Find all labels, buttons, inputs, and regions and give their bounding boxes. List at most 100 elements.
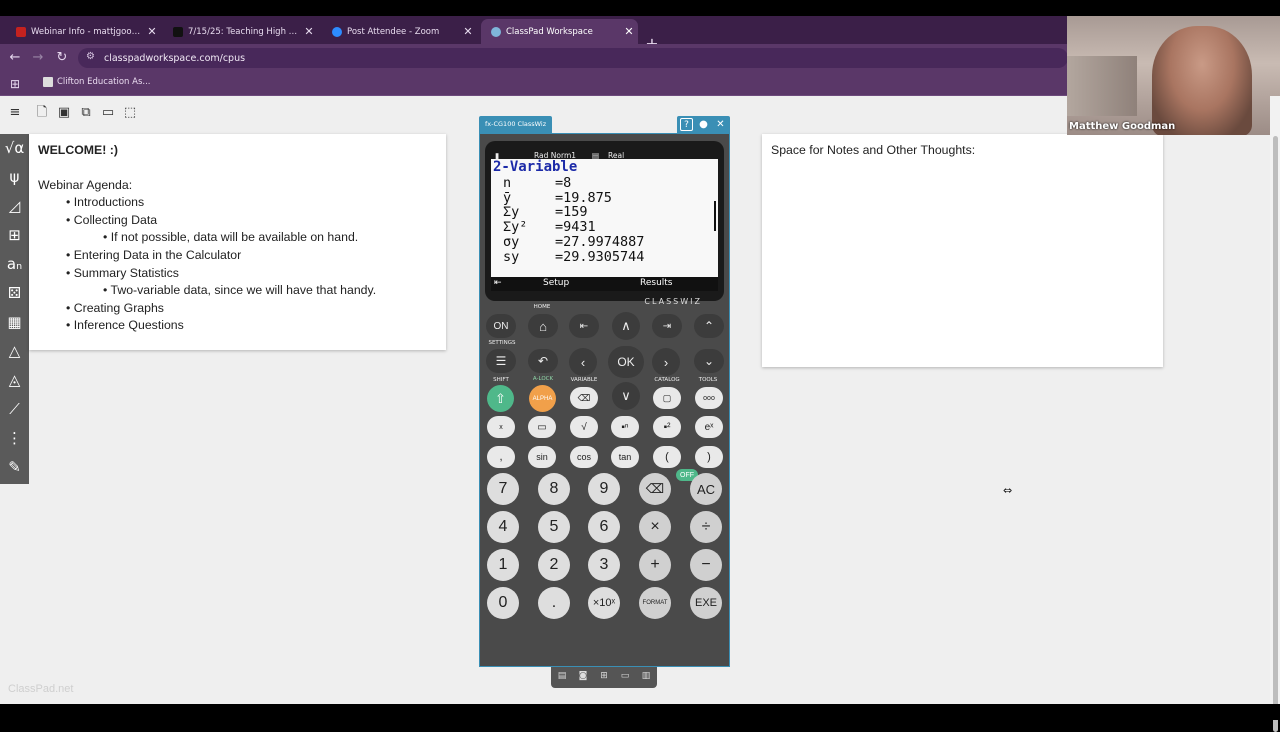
key-9[interactable]: 9 [588,473,620,505]
table-icon[interactable]: ⊞ [2,223,27,247]
shift-key-icon[interactable]: ⇧ [487,385,514,412]
help-icon[interactable]: ? [680,118,693,131]
plus-key[interactable]: + [639,549,671,581]
catalog-key-icon[interactable]: ▢ [653,387,681,409]
key-0[interactable]: 0 [487,587,519,619]
key-6[interactable]: 6 [588,511,620,543]
variable-key-icon[interactable]: ⌫ [570,387,598,409]
apps-grid-icon[interactable]: ⊞ [10,77,20,91]
up-key-icon[interactable]: ∧ [612,312,640,340]
variable-x-key-icon[interactable]: x [487,416,515,438]
left-key-icon[interactable]: ‹ [569,348,597,376]
key-1[interactable]: 1 [487,549,519,581]
setup-soft-key[interactable]: Setup [543,278,569,288]
decimal-key[interactable]: . [538,587,570,619]
ac-key[interactable]: AC [690,473,722,505]
down-key-icon[interactable]: ∨ [612,382,640,410]
sequence-icon[interactable]: aₙ [2,252,27,276]
screenshot-icon[interactable]: ▤ [555,671,569,684]
tan-key[interactable]: tan [611,446,639,468]
cos-key[interactable]: cos [570,446,598,468]
geometry-icon[interactable]: △ [2,339,27,363]
fraction-key-icon[interactable]: ▭ [528,416,556,438]
back-key-icon[interactable]: ↶ [528,349,558,373]
close-tab-icon[interactable]: ✕ [300,25,318,38]
alpha-key[interactable]: ALPHA [529,385,556,412]
shapes-icon[interactable]: ◬ [2,368,27,392]
tab-teaching-high-school[interactable]: 7/15/25: Teaching High School ✕ [163,19,318,44]
tools-key[interactable]: ooo [695,387,723,409]
reload-icon[interactable]: ↻ [54,50,70,65]
key-8[interactable]: 8 [538,473,570,505]
note-edit-icon[interactable]: ✎ [2,455,27,479]
home-key-icon[interactable]: ⌂ [528,314,558,338]
right-paren-key[interactable]: ) [695,446,723,468]
format-key[interactable]: FORMAT [639,587,671,619]
graph-icon[interactable]: ◿ [2,194,27,218]
results-soft-key[interactable]: Results [640,278,673,288]
key-4[interactable]: 4 [487,511,519,543]
sqrt-key-icon[interactable]: √ [570,416,598,438]
close-tab-icon[interactable]: ✕ [620,25,638,38]
right-key-icon[interactable]: › [652,348,680,376]
page-down-key-icon[interactable]: ⌄ [694,349,724,373]
multiply-key[interactable]: × [639,511,671,543]
grid-icon[interactable]: ⊞ [597,671,611,684]
math-sqrt-alpha-icon[interactable]: √α [2,136,27,160]
key-3[interactable]: 3 [588,549,620,581]
comma-key[interactable]: , [487,446,515,468]
forward-arrow-icon[interactable]: → [30,50,46,65]
settings-dot-icon[interactable]: ● [697,118,710,131]
site-info-icon[interactable]: ⚙ [86,51,95,62]
number-line-icon[interactable]: ⋮ [2,426,27,450]
page-up-key-icon[interactable]: ⌃ [694,314,724,338]
hamburger-menu-icon[interactable]: ≡ [7,105,23,121]
key-7[interactable]: 7 [487,473,519,505]
image-export-icon[interactable]: ⧉ [78,105,94,121]
ok-key[interactable]: OK [608,346,644,378]
select-area-icon[interactable]: ⬚ [122,105,138,121]
times-ten-power-key[interactable]: ×10ˣ [588,587,620,619]
bookmark-clifton-education[interactable]: Clifton Education As... [43,77,151,87]
tab-classpad-workspace[interactable]: ClassPad Workspace ✕ [481,19,638,44]
back-arrow-icon[interactable]: ← [7,50,23,65]
notes-sticky-note[interactable]: Space for Notes and Other Thoughts: [762,134,1163,367]
tab-webinar-info[interactable]: Webinar Info - mattjgoodman1 ✕ [6,19,161,44]
panel-icon[interactable]: ▥ [639,671,653,684]
on-key[interactable]: ON [486,314,516,338]
delete-key-icon[interactable]: ⌫ [639,473,671,505]
stats-psi-icon[interactable]: ψ [2,165,27,189]
back-soft-key-icon[interactable]: ⇤ [494,278,502,288]
calculator-icon[interactable]: ▦ [2,310,27,334]
tab-post-attendee-zoom[interactable]: Post Attendee - Zoom ✕ [322,19,477,44]
key-5[interactable]: 5 [538,511,570,543]
line-start-key-icon[interactable]: ⇤ [569,314,599,338]
calculator-window-title[interactable]: fx-CG100 ClassWiz [479,116,552,133]
left-paren-key[interactable]: ( [653,446,681,468]
address-bar[interactable]: classpadworkspace.com/cpus [78,48,1068,68]
scrollbar-thumb[interactable] [1273,136,1278,732]
probability-icon[interactable]: ⚄ [2,281,27,305]
key-2[interactable]: 2 [538,549,570,581]
agenda-sticky-note[interactable]: WELCOME! :) Webinar Agenda: • Introducti… [29,134,446,350]
page-scrollbar[interactable] [1270,96,1280,732]
divide-key[interactable]: ÷ [690,511,722,543]
sin-key[interactable]: sin [528,446,556,468]
line-end-key-icon[interactable]: ⇥ [652,314,682,338]
display-scrollbar [714,201,716,231]
power-key-icon[interactable]: ▪ⁿ [611,416,639,438]
new-file-icon[interactable]: 🗋 [34,105,50,121]
close-tab-icon[interactable]: ✕ [143,25,161,38]
settings-key-icon[interactable]: ☰ [486,349,516,373]
open-folder-icon[interactable]: ▭ [100,105,116,121]
chart-icon[interactable]: ⟋ [2,397,27,421]
square-key-icon[interactable]: ▪² [653,416,681,438]
close-tab-icon[interactable]: ✕ [459,25,477,38]
close-calculator-icon[interactable]: ✕ [714,118,727,131]
minus-key[interactable]: − [690,549,722,581]
save-icon[interactable]: ▣ [56,105,72,121]
folder-icon[interactable]: ▭ [618,671,632,684]
capture-icon[interactable]: ◙ [576,671,590,684]
exe-key[interactable]: EXE [690,587,722,619]
exp-key-icon[interactable]: eˣ [695,416,723,438]
